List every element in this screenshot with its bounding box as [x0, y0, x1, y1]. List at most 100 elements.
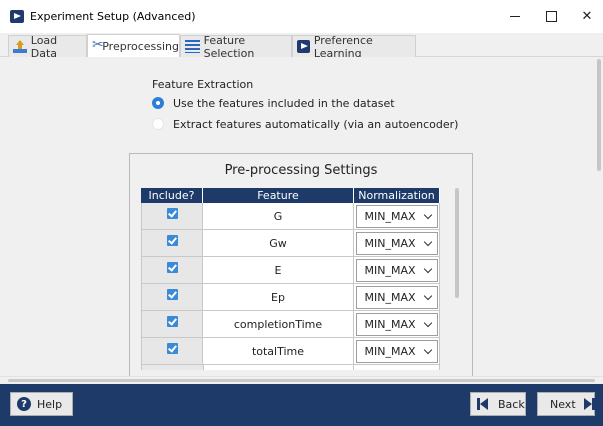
settings-title: Pre-processing Settings	[224, 163, 378, 178]
preprocessing-settings-panel: Pre-processing Settings Include? Feature…	[129, 153, 473, 376]
page-scrollbar-thumb[interactable]	[597, 59, 601, 171]
table-row: totalTime MIN_MAX	[141, 338, 440, 365]
chevron-down-icon	[423, 264, 432, 273]
tab-preference-learning[interactable]: Preference Learning	[292, 33, 416, 60]
radio-label: Extract features automatically (via an a…	[173, 117, 459, 131]
back-button[interactable]: Back	[470, 392, 526, 416]
normalization-cell: MIN_MAX	[354, 257, 440, 283]
chevron-down-icon	[423, 345, 432, 354]
feature-name: G	[203, 203, 354, 229]
normalization-select[interactable]: MIN_MAX	[355, 204, 438, 228]
tab-load-data[interactable]: Load Data	[8, 33, 87, 60]
next-label: Next	[550, 397, 576, 411]
app-logo-icon	[10, 10, 24, 23]
page-scrollbar[interactable]	[595, 57, 603, 376]
column-header-include[interactable]: Include?	[141, 188, 203, 203]
include-cell	[141, 311, 203, 337]
normalization-select[interactable]: MIN_MAX	[355, 312, 438, 336]
tab-label: Preprocessing	[102, 39, 179, 53]
normalization-value: MIN_MAX	[364, 263, 416, 277]
next-button[interactable]: Next	[537, 392, 596, 416]
normalization-value: MIN_MAX	[364, 209, 416, 223]
normalization-select[interactable]: MIN_MAX	[355, 231, 438, 255]
radio-use-dataset-features[interactable]: Use the features included in the dataset	[152, 95, 395, 111]
help-button[interactable]: ? Help	[10, 392, 73, 416]
tab-label: Preference Learning	[313, 33, 373, 60]
include-cell	[141, 203, 203, 229]
table-row: E MIN_MAX	[141, 257, 440, 284]
tab-label: Load Data	[30, 33, 58, 60]
radio-selected-icon[interactable]	[152, 97, 164, 109]
include-checkbox[interactable]	[166, 342, 178, 354]
help-label: Help	[37, 397, 63, 411]
chevron-down-icon	[423, 210, 432, 219]
list-icon	[185, 40, 200, 53]
feature-extraction-label: Feature Extraction	[152, 78, 254, 91]
radio-label: Use the features included in the dataset	[173, 96, 395, 110]
include-checkbox[interactable]	[166, 288, 178, 300]
settings-table: Include? Feature Normalization G MIN_MAX…	[141, 188, 441, 370]
close-button[interactable]	[572, 4, 602, 28]
table-row: completionTime MIN_MAX	[141, 311, 440, 338]
tab-feature-selection[interactable]: Feature Selection	[180, 33, 292, 60]
table-row: G MIN_MAX	[141, 203, 440, 230]
feature-name: totalTime	[203, 338, 354, 364]
feature-name: Ep	[203, 284, 354, 310]
tab-bar: Load Data Preprocessing Feature Selectio…	[0, 33, 603, 60]
include-checkbox[interactable]	[166, 207, 178, 219]
preprocessing-panel: Feature Extraction Use the features incl…	[0, 57, 603, 376]
table-scrollbar-thumb[interactable]	[455, 188, 459, 298]
tab-preprocessing[interactable]: Preprocessing	[87, 34, 180, 57]
horizontal-scrollbar[interactable]	[0, 376, 603, 384]
chevron-down-icon	[423, 237, 432, 246]
feature-name: completionTime	[203, 311, 354, 337]
include-cell	[141, 230, 203, 256]
feature-name: E	[203, 257, 354, 283]
include-cell	[141, 257, 203, 283]
minimize-button[interactable]	[500, 4, 530, 28]
column-header-feature[interactable]: Feature	[203, 188, 354, 203]
app-logo-icon	[297, 40, 310, 53]
include-cell	[141, 338, 203, 364]
include-checkbox[interactable]	[166, 234, 178, 246]
title-bar: Experiment Setup (Advanced)	[0, 0, 603, 33]
tab-label: Feature Selection	[203, 33, 255, 60]
feature-cell	[203, 365, 355, 370]
window-title: Experiment Setup (Advanced)	[30, 10, 196, 23]
include-checkbox[interactable]	[166, 315, 178, 327]
normalization-value: MIN_MAX	[364, 236, 416, 250]
table-row-partial	[141, 365, 441, 370]
table-row: Gw MIN_MAX	[141, 230, 440, 257]
normalization-cell: MIN_MAX	[354, 230, 440, 256]
normalization-select[interactable]: MIN_MAX	[355, 258, 438, 282]
back-label: Back	[498, 397, 525, 411]
normalization-cell	[354, 365, 441, 370]
maximize-button[interactable]	[536, 4, 566, 28]
horizontal-scrollbar-thumb[interactable]	[8, 379, 595, 382]
radio-unselected-icon[interactable]	[152, 118, 164, 130]
normalization-cell: MIN_MAX	[354, 284, 440, 310]
table-header: Include? Feature Normalization	[141, 188, 440, 203]
include-checkbox[interactable]	[166, 261, 178, 273]
include-cell	[142, 365, 204, 370]
scissors-icon	[92, 37, 104, 53]
column-header-normalization[interactable]: Normalization	[354, 188, 440, 203]
normalization-cell: MIN_MAX	[354, 338, 440, 364]
normalization-cell: MIN_MAX	[354, 311, 440, 337]
upload-icon	[13, 40, 27, 53]
normalization-cell: MIN_MAX	[354, 203, 440, 229]
table-row: Ep MIN_MAX	[141, 284, 440, 311]
chevron-down-icon	[423, 318, 432, 327]
skip-forward-icon	[583, 398, 596, 410]
footer-bar: ? Help Back Next	[0, 384, 603, 426]
include-cell	[141, 284, 203, 310]
radio-extract-autoencoder[interactable]: Extract features automatically (via an a…	[152, 116, 458, 132]
normalization-value: MIN_MAX	[364, 290, 416, 304]
normalization-value: MIN_MAX	[364, 344, 416, 358]
chevron-down-icon	[423, 291, 432, 300]
feature-name: Gw	[203, 230, 354, 256]
table-scrollbar[interactable]	[454, 188, 460, 373]
normalization-value: MIN_MAX	[364, 317, 416, 331]
normalization-select[interactable]: MIN_MAX	[355, 339, 438, 363]
normalization-select[interactable]: MIN_MAX	[355, 285, 438, 309]
